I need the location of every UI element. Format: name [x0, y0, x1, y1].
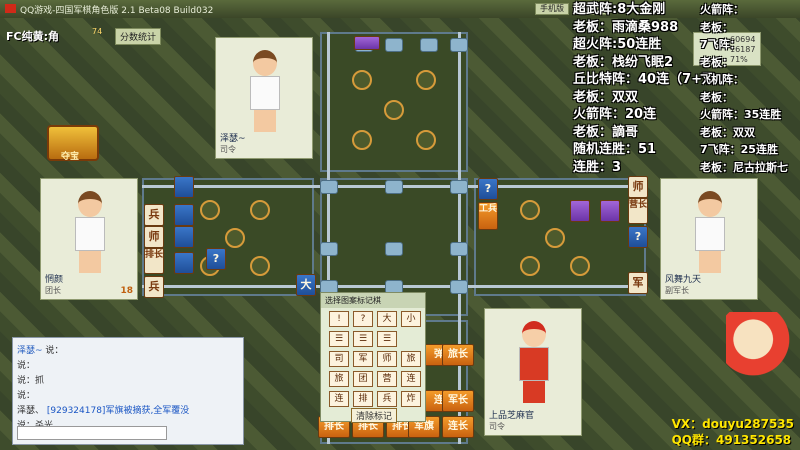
marker-option[interactable]: ☰ — [377, 331, 397, 347]
right-piece[interactable]: ? — [628, 226, 648, 248]
treasure-label: 夺宝 — [61, 152, 80, 162]
left-piece[interactable]: 排长 — [144, 248, 164, 274]
player-name: 上品芝麻官 — [489, 411, 535, 421]
marker-panel-title: 选择图案标记棋 — [321, 293, 425, 308]
player-card-bottom[interactable]: 上品芝麻官 司令 — [484, 308, 582, 436]
chat-user[interactable]: 泽瑟~ — [17, 346, 43, 356]
question-piece[interactable]: ? — [478, 178, 498, 200]
bottom-piece[interactable]: 军长 — [442, 390, 474, 412]
marker-option[interactable]: 小 — [401, 311, 421, 327]
blue-piece-dai[interactable]: 大 — [296, 274, 316, 296]
purple-piece[interactable] — [600, 200, 620, 222]
player-name: 惘颜 — [45, 275, 64, 285]
player-name: 风舞九天 — [665, 275, 702, 285]
mobile-version-button[interactable]: 手机版 — [535, 3, 569, 15]
marker-option[interactable]: 军 — [353, 351, 373, 367]
player-rank: 司令 — [220, 145, 236, 154]
bottom-piece[interactable]: 旅长 — [442, 344, 474, 366]
marker-option[interactable]: 旅 — [329, 371, 349, 387]
board-piece[interactable] — [354, 36, 380, 50]
right-piece[interactable]: 军 — [628, 272, 648, 294]
left-piece[interactable]: 师 — [144, 226, 164, 248]
blue-piece[interactable] — [174, 252, 194, 274]
bottom-row-piece[interactable]: 连长 — [442, 416, 474, 438]
marker-option[interactable]: 司 — [329, 351, 349, 367]
blue-piece[interactable] — [174, 176, 194, 198]
player-name: 泽瑟~ — [220, 134, 246, 144]
chat-panel: 泽瑟~ 说： 说： 说：抓 说： 泽瑟、 [929324178]军旗被摘获,全军… — [12, 337, 244, 445]
marker-option[interactable]: ☰ — [329, 331, 349, 347]
right-piece[interactable]: 营长 — [628, 198, 648, 224]
avatar — [685, 187, 735, 275]
left-piece[interactable]: 兵 — [144, 276, 164, 298]
marker-option[interactable]: 团 — [353, 371, 373, 387]
treasure-chest-icon[interactable]: 夺宝 — [47, 125, 99, 162]
flag-icon — [5, 4, 16, 13]
marker-option[interactable]: 兵 — [377, 391, 397, 407]
avatar — [65, 187, 115, 275]
window-title: QQ游戏-四国军棋角色版 2.1 Beta08 Build032 — [20, 6, 214, 16]
game-window: QQ游戏-四国军棋角色版 2.1 Beta08 Build032 手机版 选项 … — [0, 0, 800, 450]
chat-input[interactable] — [17, 426, 167, 440]
blue-piece[interactable] — [174, 226, 194, 248]
player-card-left[interactable]: 惘颜 团长 18 — [40, 178, 138, 300]
player-score: 18 — [120, 286, 133, 296]
player-card-top[interactable]: 泽瑟~ 司令 — [215, 37, 313, 159]
marker-option[interactable]: 炸 — [401, 391, 421, 407]
player-card-right[interactable]: 风舞九天 副军长 — [660, 178, 758, 300]
marker-panel: 选择图案标记棋 ! ? 大 小 ☰ ☰ ☰ 司 军 师 旅 旅 团 营 连 连 … — [320, 292, 426, 423]
player-rank: 司令 — [489, 422, 505, 431]
contact-footer: VX：douyu287535 QQ群：491352658 — [671, 417, 794, 447]
stream-overlay-left: 超武阵:8大金刚 老板：雨滴桑988 超火阵:50连胜 老板：栈纷飞眠2 丘比特… — [573, 2, 716, 175]
marker-option[interactable]: 大 — [377, 311, 397, 327]
avatar — [509, 317, 559, 405]
left-piece[interactable]: 兵 — [144, 204, 164, 226]
marker-option[interactable]: 旅 — [401, 351, 421, 367]
engineer-piece[interactable]: 工兵 — [478, 202, 498, 230]
marker-option[interactable]: 排 — [353, 391, 373, 407]
blue-piece-question[interactable]: ? — [206, 248, 226, 270]
marker-option[interactable]: 师 — [377, 351, 397, 367]
player-rank: 团长 — [45, 286, 61, 295]
avatar — [240, 46, 290, 134]
marker-option[interactable]: 连 — [401, 371, 421, 387]
marker-option[interactable]: ☰ — [353, 331, 373, 347]
purple-piece[interactable] — [570, 200, 590, 222]
marker-option[interactable]: 营 — [377, 371, 397, 387]
stream-overlay-right: 火箭阵： 老板： 7飞阵： 老板： 飞机阵： 老板： 火箭阵：35连胜 老板：双… — [700, 3, 788, 174]
blue-piece[interactable] — [174, 204, 194, 226]
user-label: FC纯黄:角 — [6, 30, 59, 43]
clear-markers-button[interactable]: 清除标记 — [351, 408, 398, 423]
marker-option[interactable]: 连 — [329, 391, 349, 407]
marker-option[interactable]: ! — [329, 311, 349, 327]
player-rank: 副军长 — [665, 286, 689, 295]
marker-option[interactable]: ? — [353, 311, 373, 327]
mascot-icon — [726, 312, 794, 390]
right-piece[interactable]: 师 — [628, 176, 648, 198]
level-badge: 74 — [92, 27, 103, 36]
